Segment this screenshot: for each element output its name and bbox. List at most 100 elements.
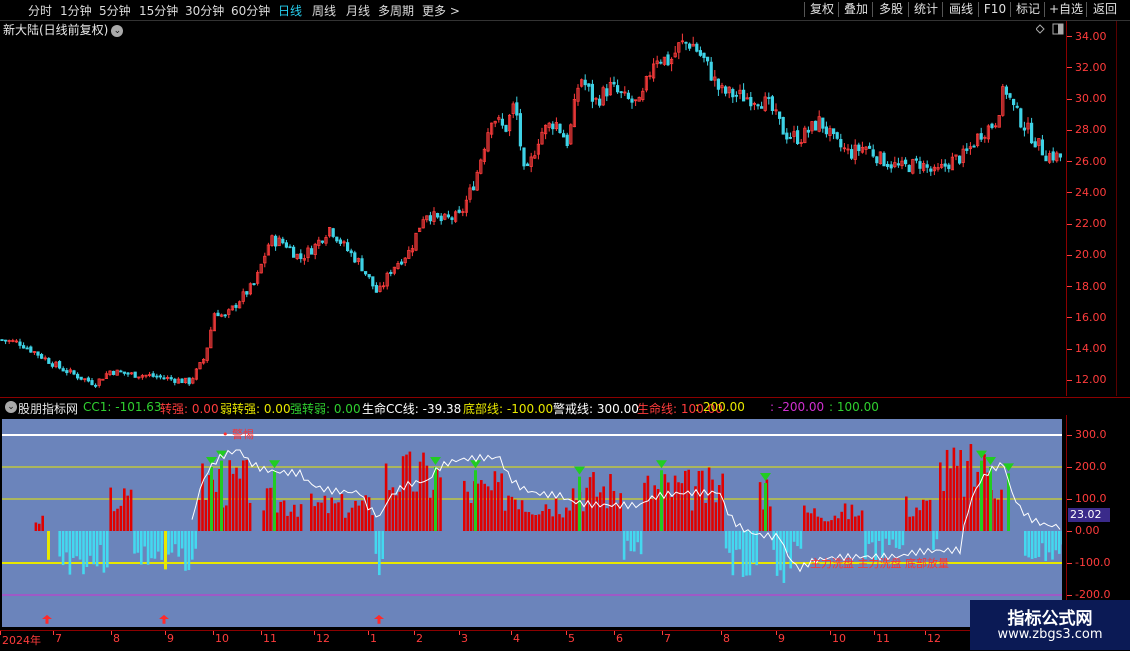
date-tick — [925, 631, 926, 635]
candle — [363, 271, 368, 276]
date-tick — [53, 631, 54, 635]
period-tab[interactable]: 更多 > — [422, 2, 460, 19]
candle — [893, 156, 897, 169]
indicator-bar — [72, 531, 75, 558]
candlestick-chart[interactable] — [0, 21, 1066, 396]
arrow-down-icon — [760, 473, 771, 481]
candle — [911, 158, 915, 175]
candle — [14, 339, 18, 343]
candle — [299, 249, 303, 263]
candle — [126, 371, 130, 377]
toolbar-button[interactable]: 多股 — [874, 1, 908, 18]
indicator-bar — [34, 522, 38, 531]
date-tick — [314, 631, 315, 635]
indicator-bar — [996, 499, 1000, 531]
candle — [360, 255, 364, 272]
date-tick — [614, 631, 615, 635]
toolbar-button[interactable]: 叠加 — [840, 1, 872, 18]
toolbar-button[interactable]: F10 — [980, 1, 1010, 18]
period-tab[interactable]: 周线 — [312, 2, 336, 19]
candle — [266, 242, 271, 256]
indicator-chart[interactable]: • 警惕主力洗盘 主力洗盘 底部放量 — [2, 419, 1062, 627]
toolbar-button[interactable]: 统计 — [910, 1, 942, 18]
period-tab[interactable]: 多周期 — [378, 2, 414, 19]
candle — [461, 208, 465, 217]
indicator-bar — [1000, 489, 1003, 531]
candle — [90, 377, 94, 386]
indicator-bar — [153, 531, 157, 559]
period-tab[interactable]: 60分钟 — [231, 2, 270, 19]
date-label: 4 — [513, 632, 520, 645]
date-label: 1 — [370, 632, 377, 645]
candle — [940, 159, 944, 169]
indicator-bar — [1034, 531, 1037, 559]
candle — [104, 371, 108, 379]
candle — [101, 378, 105, 381]
indicator-bar — [986, 472, 990, 531]
indicator-bar — [840, 511, 843, 531]
period-tab[interactable]: 分时 — [28, 2, 52, 19]
indicator-bar — [1051, 531, 1054, 560]
toolbar-button[interactable]: 画线 — [944, 1, 978, 18]
candle — [540, 127, 544, 145]
indicator-value: 转强: 0.00 — [160, 402, 219, 416]
candle — [162, 375, 166, 380]
toolbar-button[interactable]: 复权 — [806, 1, 838, 18]
date-label: 8 — [723, 632, 730, 645]
indicator-bar — [1054, 531, 1058, 551]
candle — [349, 248, 353, 257]
indicator-bar — [687, 469, 690, 531]
indicator-bar — [619, 493, 622, 531]
candle — [83, 378, 87, 383]
indicator-bar — [741, 531, 745, 577]
indicator-bar — [167, 531, 170, 555]
indicator-bar — [384, 463, 388, 531]
indicator-bar — [367, 497, 371, 531]
candle — [288, 244, 292, 249]
candle — [97, 378, 101, 388]
indicator-bar — [497, 482, 500, 531]
indicator-bar — [609, 474, 612, 531]
candle — [144, 374, 148, 379]
candle — [950, 152, 955, 171]
indicator-bar — [684, 470, 687, 531]
watermark: 指标公式网 www.zbgs3.com — [970, 600, 1130, 650]
indicator-name[interactable]: 股朋指标网 — [18, 400, 78, 417]
indicator-bar — [877, 531, 881, 541]
indicator-bar — [106, 531, 109, 568]
indicator-bar — [616, 503, 619, 531]
indicator-bar — [673, 475, 677, 531]
candle — [432, 207, 436, 226]
date-label: 3 — [461, 632, 468, 645]
period-tab[interactable]: 15分钟 — [139, 2, 178, 19]
candle — [810, 121, 814, 134]
period-tab[interactable]: 5分钟 — [99, 2, 131, 19]
candle — [673, 46, 677, 58]
candle — [389, 269, 393, 277]
candle — [914, 155, 919, 164]
indicator-bar — [65, 531, 68, 553]
candle — [270, 234, 274, 247]
candle — [652, 58, 656, 82]
toolbar-button[interactable]: 标记 — [1012, 1, 1044, 18]
indicator-bar — [592, 472, 595, 531]
indicator-bar — [905, 496, 908, 531]
period-tab[interactable]: 1分钟 — [60, 2, 92, 19]
period-tab[interactable]: 30分钟 — [185, 2, 224, 19]
toolbar-button[interactable]: 返回 — [1088, 1, 1122, 18]
indicator-bar — [486, 486, 490, 531]
candle — [36, 351, 40, 359]
period-tab[interactable]: 日线 — [278, 2, 302, 19]
candle — [176, 377, 180, 384]
period-tab[interactable]: 月线 — [346, 2, 370, 19]
indicator-bar — [418, 461, 422, 531]
indicator-bar — [786, 531, 789, 553]
toolbar-button[interactable]: +自选 — [1046, 1, 1086, 18]
candle — [1030, 117, 1034, 145]
candle — [616, 79, 620, 94]
indicator-bar — [551, 516, 554, 531]
toolbar-separator — [942, 2, 943, 17]
chevron-down-icon[interactable]: ⌄ — [5, 401, 17, 413]
indicator-bar — [939, 462, 942, 531]
indicator-bar — [755, 531, 758, 566]
